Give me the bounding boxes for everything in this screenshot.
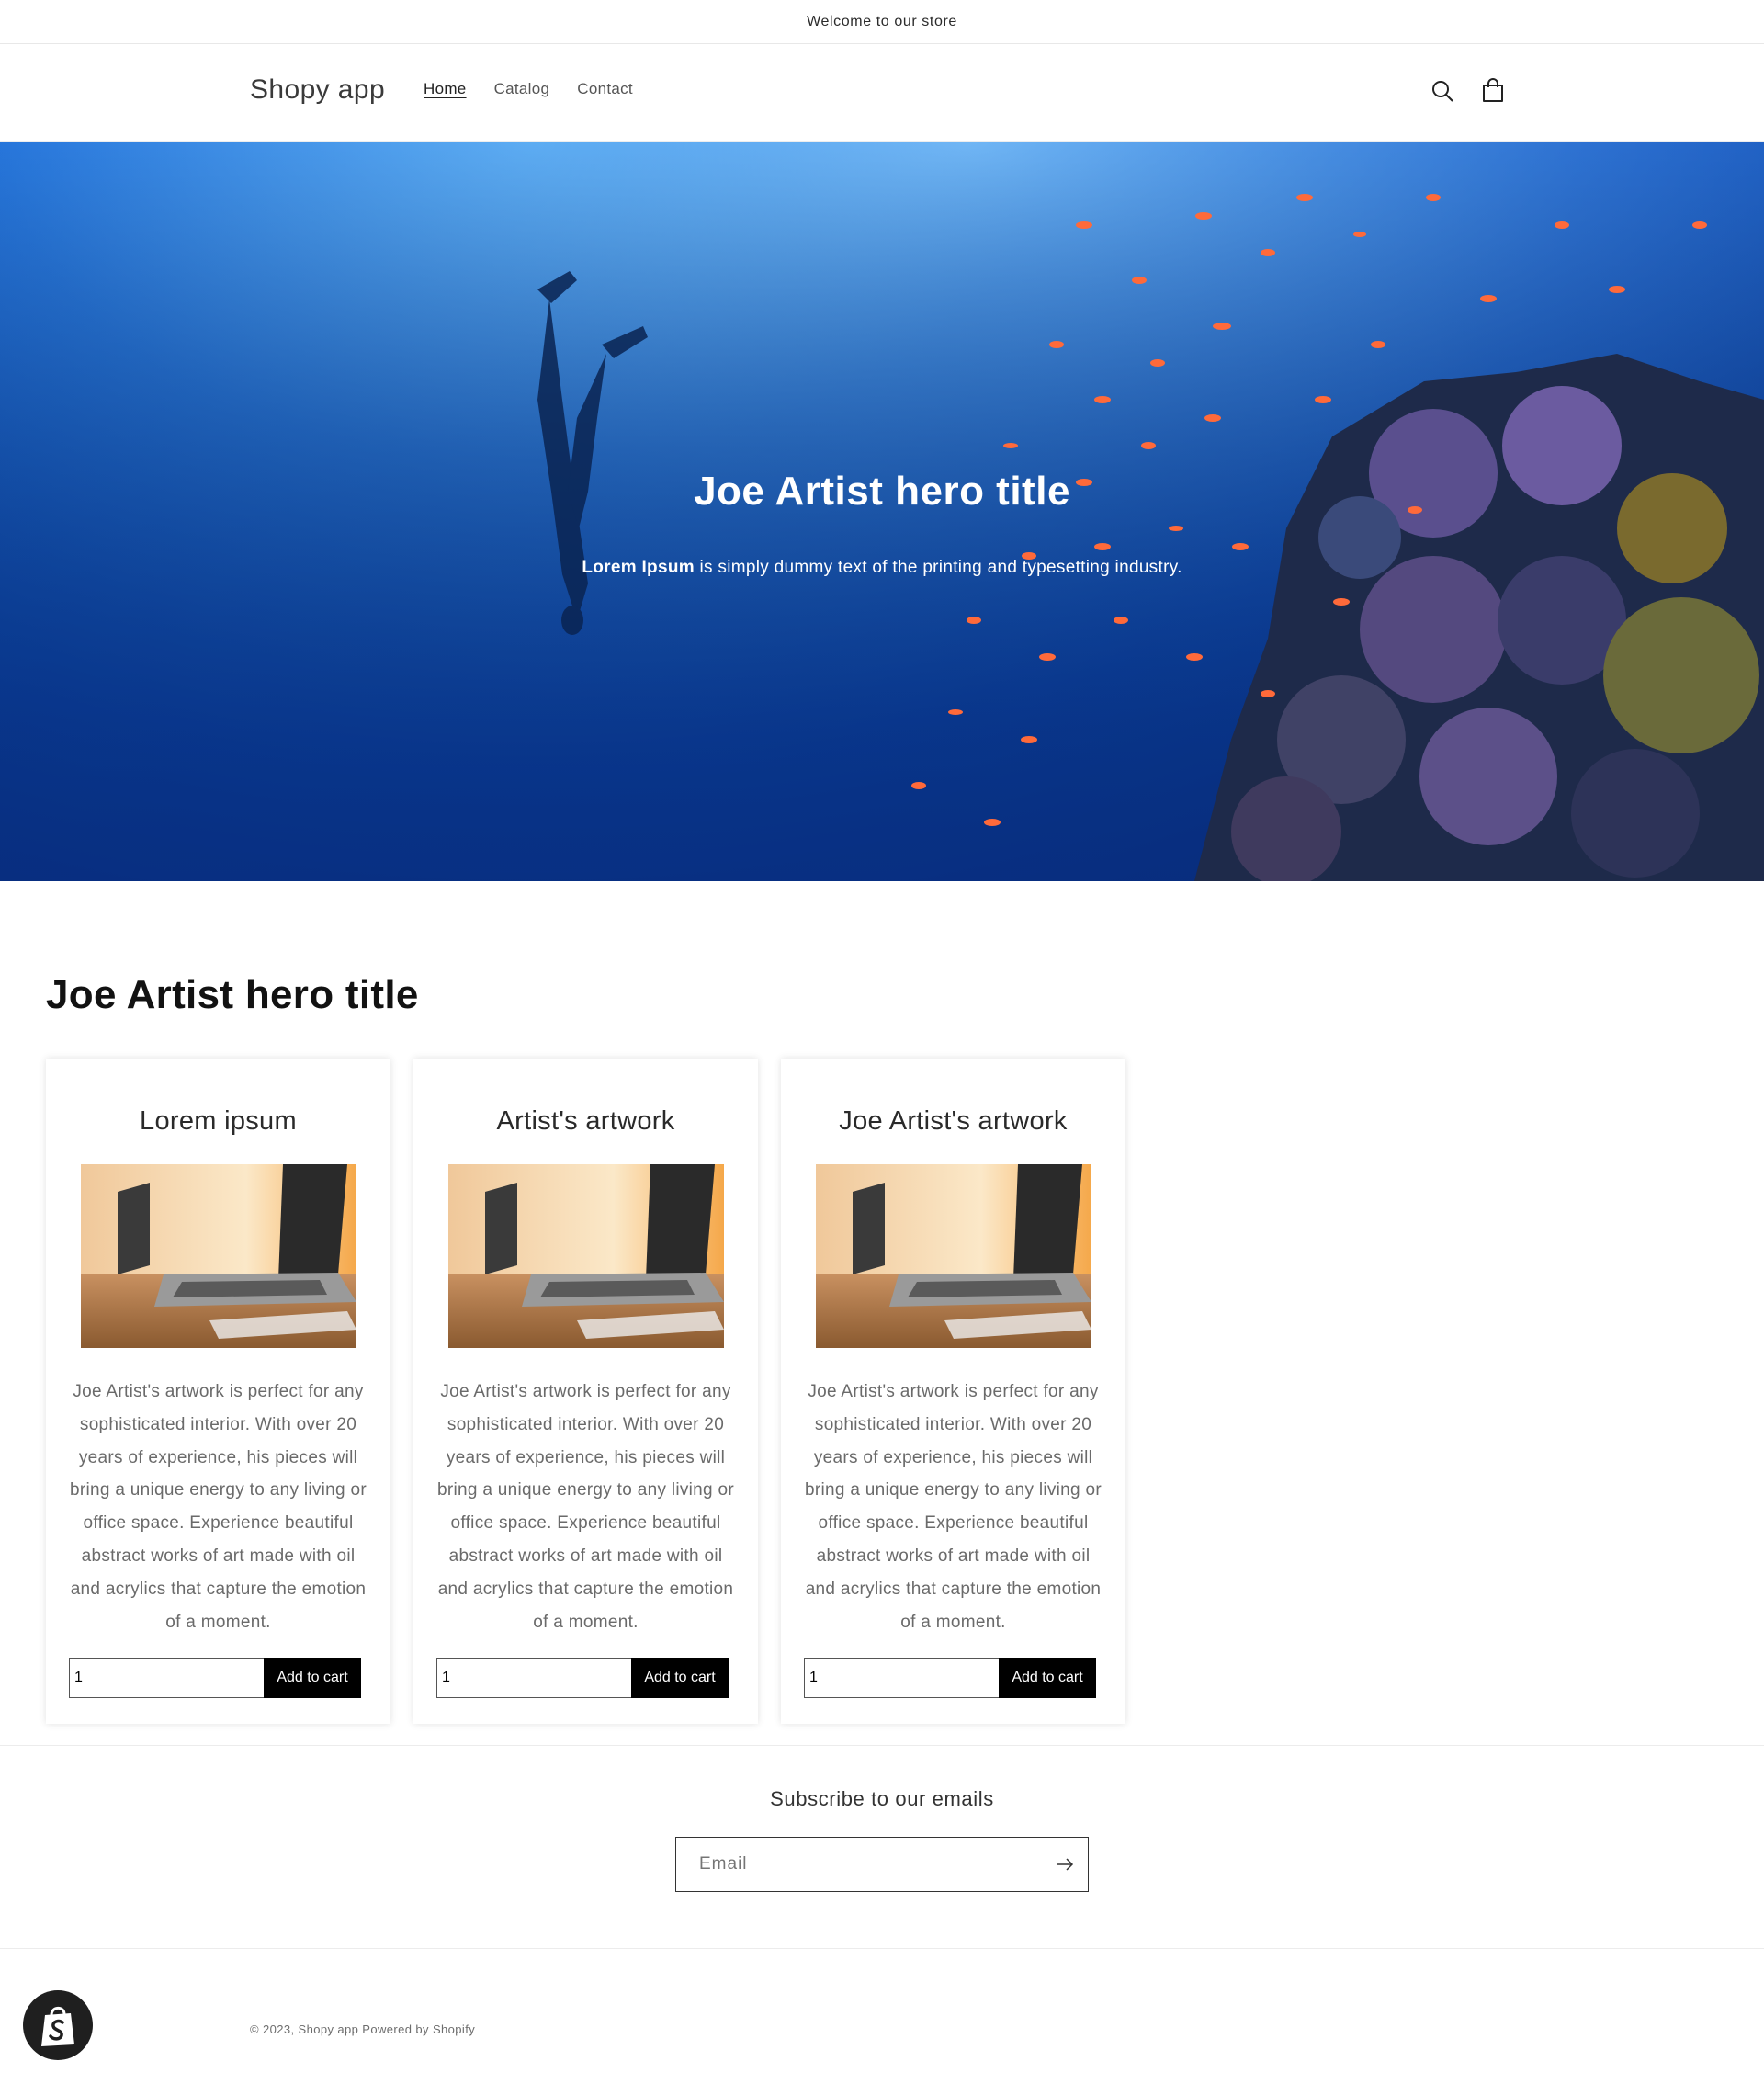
nav-home[interactable]: Home [424,80,467,98]
add-to-cart-form: Add to cart [436,1658,729,1698]
add-to-cart-button[interactable]: Add to cart [631,1658,729,1698]
add-to-cart-form: Add to cart [69,1658,361,1698]
footer-copyright: © 2023, Shopy app Powered by Shopify [250,2022,476,2036]
announcement-text: Welcome to our store [807,13,957,29]
site-header: Shopy app Home Catalog Contact [0,44,1764,142]
newsletter-title: Subscribe to our emails [770,1787,994,1810]
quantity-input[interactable] [436,1658,631,1698]
quantity-input[interactable] [804,1658,999,1698]
footer-divider [0,1948,1764,1949]
product-card: Joe Artist's artwork Joe Artist's artwor… [781,1059,1125,1724]
email-input[interactable] [676,1838,1042,1891]
add-to-cart-button[interactable]: Add to cart [999,1658,1096,1698]
nav-contact[interactable]: Contact [577,80,633,98]
product-card: Lorem ipsum Joe Artist's artwork is perf… [46,1059,390,1724]
quantity-input[interactable] [69,1658,264,1698]
section-divider [0,1745,1764,1746]
newsletter-form [675,1837,1089,1892]
product-image[interactable] [81,1164,356,1348]
product-image[interactable] [448,1164,724,1348]
product-card: Artist's artwork Joe Artist's artwork is… [413,1059,758,1724]
product-title: Joe Artist's artwork [839,1106,1068,1136]
hero-title: Joe Artist hero title [694,469,1070,514]
hero-subtitle-text: is simply dummy text of the printing and… [694,558,1182,577]
product-description: Joe Artist's artwork is perfect for any … [805,1382,1102,1632]
product-title: Artist's artwork [496,1106,675,1136]
product-image[interactable] [816,1164,1091,1348]
search-icon[interactable] [1427,75,1458,107]
product-grid: Lorem ipsum Joe Artist's artwork is perf… [46,1059,1125,1724]
product-description: Joe Artist's artwork is perfect for any … [437,1382,734,1632]
add-to-cart-form: Add to cart [804,1658,1096,1698]
arrow-right-icon[interactable] [1042,1838,1088,1891]
product-description: Joe Artist's artwork is perfect for any … [70,1382,367,1632]
brand-logo[interactable]: Shopy app [250,74,385,106]
products-section-title: Joe Artist hero title [46,972,419,1017]
add-to-cart-button[interactable]: Add to cart [264,1658,361,1698]
product-title: Lorem ipsum [140,1106,297,1136]
main-nav: Home Catalog Contact [424,80,661,98]
announcement-bar: Welcome to our store [0,0,1764,44]
nav-catalog[interactable]: Catalog [494,80,550,98]
shopify-bag-icon[interactable] [23,1990,93,2060]
hero-banner: Joe Artist hero title Lorem Ipsum is sim… [0,142,1764,881]
hero-subtitle-bold: Lorem Ipsum [582,558,695,577]
cart-icon[interactable] [1477,75,1509,107]
hero-subtitle: Lorem Ipsum is simply dummy text of the … [0,558,1764,578]
